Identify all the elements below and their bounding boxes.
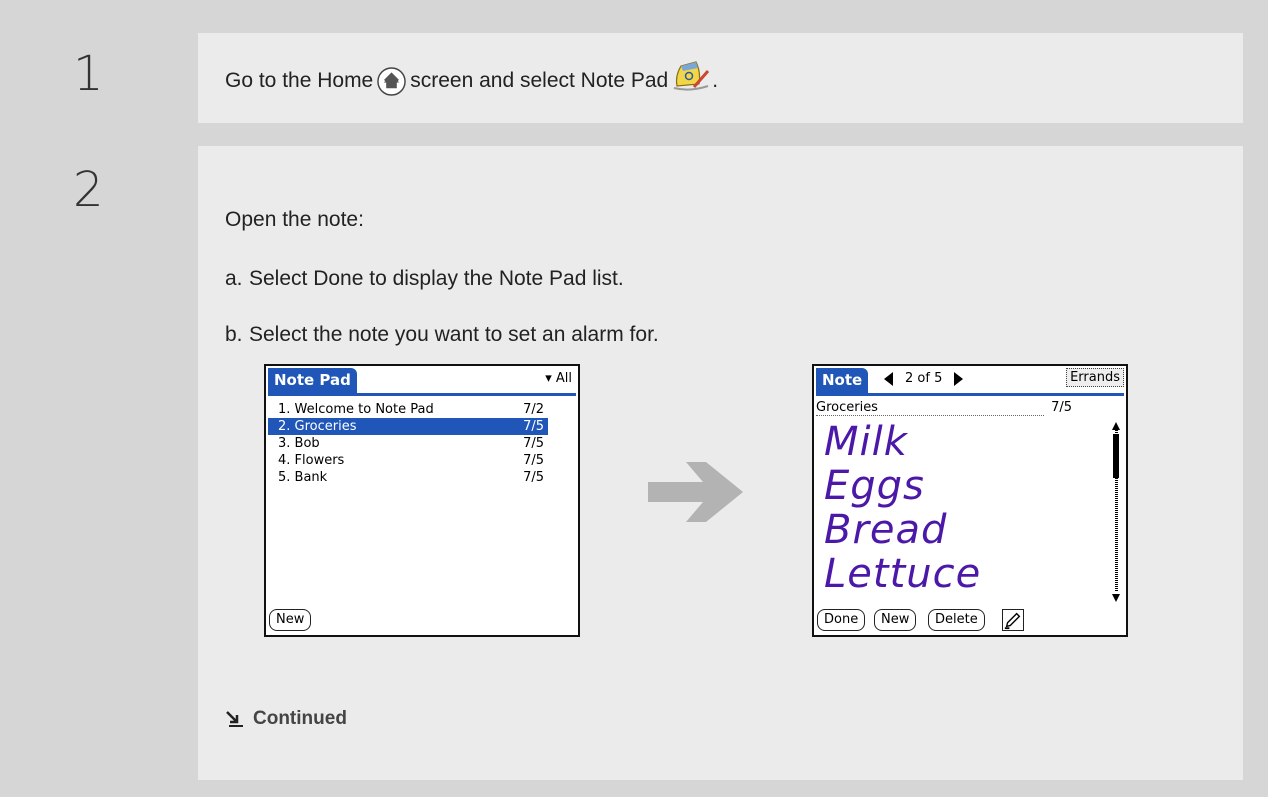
handwriting-line: Lettuce xyxy=(824,551,982,597)
step-number: 1 xyxy=(73,46,104,102)
substep-letter: b. xyxy=(225,323,243,346)
right-arrow-icon xyxy=(648,462,743,522)
new-button: New xyxy=(874,609,917,631)
continued-label: Continued xyxy=(253,708,347,729)
step-number-column: 1 xyxy=(35,33,197,123)
step-1-instruction: Go to the Home screen and select Note Pa… xyxy=(225,61,719,97)
step-1: 1 Go to the Home screen and select Note … xyxy=(35,33,1243,123)
note-label: 5. Bank xyxy=(278,470,328,485)
list-item: 5. Bank 7/5 xyxy=(268,469,548,486)
category-picker: ▾ All xyxy=(545,371,572,386)
list-item: 1. Welcome to Note Pad 7/2 xyxy=(268,401,548,418)
note-pad-icon xyxy=(674,61,710,91)
step-content: Open the note: a. Select Done to display … xyxy=(198,146,1243,780)
step-2: 2 Open the note: a. Select Done to displa… xyxy=(35,146,1243,780)
continued-indicator: Continued xyxy=(225,708,347,730)
substep-b: b. Select the note you want to set an ala… xyxy=(225,323,659,347)
step-number-column: 2 xyxy=(35,146,197,780)
instruction-text-middle: screen and select Note Pad xyxy=(410,69,669,92)
substep-letter: a. xyxy=(225,267,243,290)
done-button: Done xyxy=(817,609,866,631)
instruction-text-end: . xyxy=(712,69,719,92)
note-date: 7/5 xyxy=(523,470,544,485)
note-date: 7/2 xyxy=(523,402,544,417)
scroll-down-icon xyxy=(1112,594,1120,602)
app-title-tab: Note Pad xyxy=(268,368,357,393)
scroll-up-icon xyxy=(1112,422,1120,430)
note-list: 1. Welcome to Note Pad 7/2 2. Groceries 7/… xyxy=(268,401,548,486)
previous-note-icon xyxy=(884,371,893,386)
list-header: Note Pad ▾ All xyxy=(268,368,576,396)
note-view-screenshot: Note 2 of 5 Errands Groceries 7/5 Milk E… xyxy=(812,364,1128,637)
step-number: 2 xyxy=(73,162,104,218)
note-label: 2. Groceries xyxy=(278,419,357,434)
substep-a: a. Select Done to display the Note Pad li… xyxy=(225,267,624,291)
list-item: 4. Flowers 7/5 xyxy=(268,452,548,469)
note-date: 7/5 xyxy=(523,419,544,434)
substep-text: Select Done to display the Note Pad list… xyxy=(249,267,624,290)
continued-arrow-icon xyxy=(226,711,243,727)
next-note-icon xyxy=(954,371,964,386)
note-date: 7/5 xyxy=(523,436,544,451)
note-date: 7/5 xyxy=(523,453,544,468)
handwriting-line: Bread xyxy=(824,507,948,553)
handwriting-line: Milk xyxy=(824,419,908,465)
note-position: 2 of 5 xyxy=(905,371,943,386)
instruction-text-start: Go to the Home xyxy=(225,69,374,92)
note-date: 7/5 xyxy=(1051,400,1072,415)
note-title-tab: Note xyxy=(816,368,869,393)
note-label: 3. Bob xyxy=(278,436,320,451)
pen-icon xyxy=(1002,609,1024,631)
list-item: 3. Bob 7/5 xyxy=(268,435,548,452)
note-navigation: 2 of 5 xyxy=(884,371,964,386)
substep-text: Select the note you want to set an alarm… xyxy=(249,323,659,346)
note-label: 4. Flowers xyxy=(278,453,345,468)
note-label: 1. Welcome to Note Pad xyxy=(278,402,434,417)
note-header: Note 2 of 5 Errands xyxy=(816,368,1124,396)
delete-button: Delete xyxy=(928,609,985,631)
scroll-thumb xyxy=(1113,434,1119,478)
list-item-selected: 2. Groceries 7/5 xyxy=(268,418,548,435)
step-content: Go to the Home screen and select Note Pa… xyxy=(198,33,1243,123)
step-2-intro: Open the note: xyxy=(225,208,364,231)
note-title: Groceries xyxy=(816,400,1044,416)
note-pad-list-screenshot: Note Pad ▾ All 1. Welcome to Note Pad 7/2… xyxy=(264,364,580,637)
new-button: New xyxy=(269,609,312,631)
handwriting-line: Eggs xyxy=(824,463,925,509)
scrollbar xyxy=(1112,422,1120,602)
home-icon xyxy=(377,66,407,96)
category-picker: Errands xyxy=(1066,368,1124,387)
